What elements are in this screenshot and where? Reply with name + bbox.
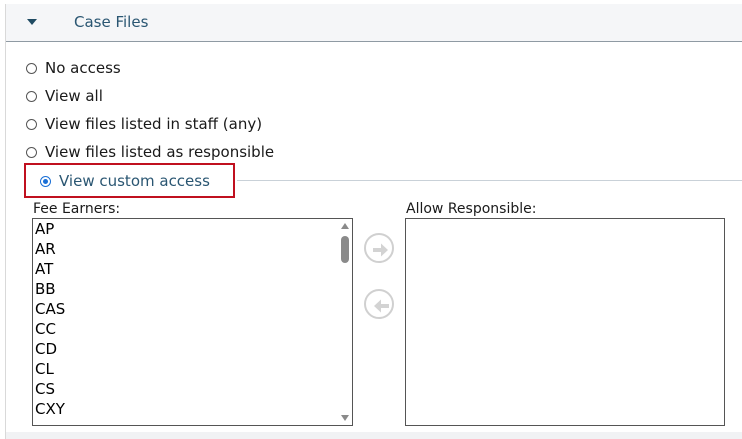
add-to-responsible-button[interactable] [364, 233, 394, 263]
option-label: View files listed in staff (any) [45, 115, 263, 133]
list-item[interactable]: CC [33, 319, 352, 339]
scroll-down-arrow-icon[interactable] [341, 415, 349, 421]
list-item[interactable]: CAS [33, 299, 352, 319]
list-item[interactable]: BB [33, 279, 352, 299]
list-item[interactable]: AT [33, 259, 352, 279]
arrow-right-icon [373, 243, 388, 257]
fee-earners-listbox[interactable]: AP AR AT BB CAS CC CD CL CS CXY [32, 218, 353, 426]
list-item[interactable]: CL [33, 359, 352, 379]
list-item[interactable]: AR [33, 239, 352, 259]
listbox-scrollbar[interactable] [338, 219, 352, 425]
option-label: No access [45, 59, 121, 77]
radio-view-custom[interactable] [40, 175, 51, 187]
option-view-all[interactable]: View all [26, 86, 103, 106]
fee-earners-label: Fee Earners: [33, 201, 121, 217]
option-view-staff[interactable]: View files listed in staff (any) [26, 114, 262, 134]
radio-view-staff[interactable] [26, 118, 37, 130]
caret-down-icon[interactable] [27, 19, 37, 25]
allow-responsible-label: Allow Responsible: [406, 201, 537, 217]
list-item[interactable]: CD [33, 339, 352, 359]
fieldset-border [237, 180, 742, 181]
section-title: Case Files [74, 13, 149, 31]
panel-footer [6, 432, 742, 439]
section-header[interactable]: Case Files [6, 4, 742, 42]
fee-earners-list: AP AR AT BB CAS CC CD CL CS CXY [33, 219, 352, 419]
option-label: View custom access [59, 172, 210, 190]
allow-responsible-listbox[interactable] [405, 218, 725, 426]
radio-no-access[interactable] [26, 62, 37, 74]
radio-view-all[interactable] [26, 90, 37, 102]
option-view-custom[interactable]: View custom access [40, 171, 210, 191]
scroll-up-arrow-icon[interactable] [341, 223, 349, 229]
list-item[interactable]: CS [33, 379, 352, 399]
scroll-thumb[interactable] [341, 236, 349, 263]
option-view-responsible[interactable]: View files listed as responsible [26, 142, 274, 162]
option-label: View all [45, 87, 103, 105]
list-item[interactable]: AP [33, 219, 352, 239]
remove-from-responsible-button[interactable] [364, 289, 394, 319]
list-item[interactable]: CXY [33, 399, 352, 419]
custom-access-highlight: View custom access [24, 163, 235, 198]
option-label: View files listed as responsible [45, 143, 275, 161]
option-no-access[interactable]: No access [26, 58, 121, 78]
radio-view-responsible[interactable] [26, 146, 37, 158]
arrow-left-icon [374, 299, 389, 313]
